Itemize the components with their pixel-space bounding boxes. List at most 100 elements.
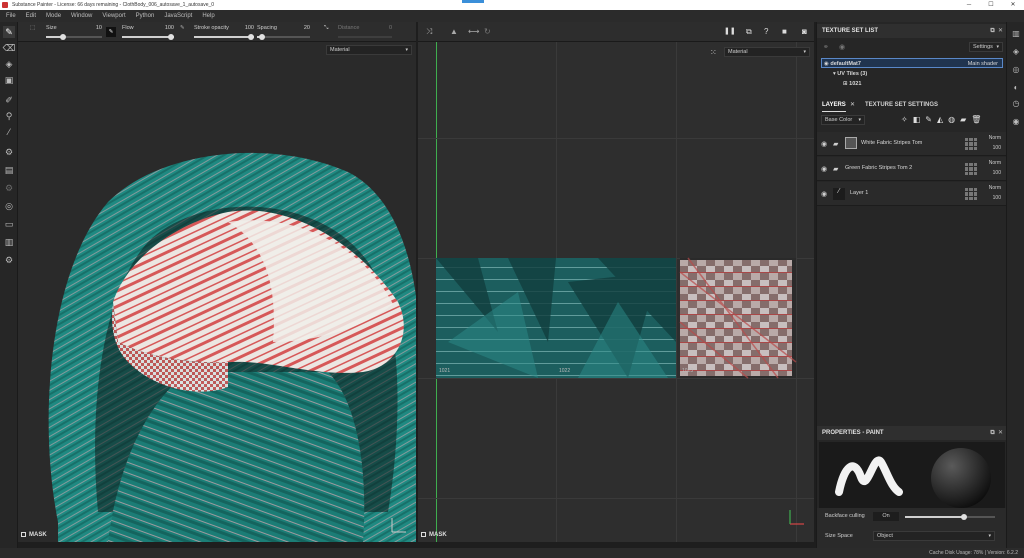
layers-stack-icon[interactable]: ◈ [1011,46,1021,56]
layer-opacity[interactable]: 100 [993,145,1001,151]
rotate-icon[interactable]: ↻ [484,27,491,36]
color-picker-icon[interactable]: ⁄ [3,126,15,138]
menu-viewport[interactable]: Viewport [102,13,125,19]
float-panel-icon[interactable]: ⧉ [990,430,994,436]
uv-tile-item[interactable]: ⊞ 1021 [821,79,1003,89]
close-window-icon[interactable]: ✕ [1002,0,1024,10]
blend-mode-select[interactable]: Norm [989,160,1001,166]
delete-layer-icon[interactable]: 🗑 [971,115,981,124]
blend-mode-select[interactable]: Norm [989,185,1001,191]
close-panel-icon[interactable]: ✕ [998,28,1003,34]
projection-icon[interactable]: ◈ [3,58,15,70]
size-slider-knob[interactable] [59,34,66,40]
tab-texture-set-settings[interactable]: TEXTURE SET SETTINGS [865,98,938,112]
export-icon[interactable]: ▥ [3,236,15,248]
texture-set-settings-button[interactable]: Settings ▾ [969,42,1003,52]
spacing-value[interactable]: 20 [296,25,310,31]
add-paint-layer-icon[interactable]: ✎ [925,115,932,124]
viewport-3d[interactable]: Material ▾ MASK [18,42,416,542]
flow-slider[interactable] [122,34,174,40]
tab-layers[interactable]: LAYERS [822,98,846,112]
shader-name[interactable]: Main shader [968,59,998,69]
float-panel-icon[interactable]: ⧉ [990,28,994,34]
close-panel-icon[interactable]: ✕ [998,430,1003,436]
menu-edit[interactable]: Edit [26,13,36,19]
transform-icon[interactable]: ⚙ [3,182,15,194]
minimize-icon[interactable]: ─ [958,0,980,10]
backface-culling-slider-knob[interactable] [960,514,967,520]
smudge-icon[interactable]: ✐ [3,94,15,106]
clone-stamp-icon[interactable]: ⚲ [3,110,15,122]
layer-row[interactable]: ◉ ▰ White Fabric Stripes Tom Norm 100 [817,132,1007,156]
flow-pressure-icon[interactable]: ✎ [180,25,185,31]
pressure-toggle-icon[interactable]: ✎ [106,27,116,37]
viewport-2d-mask-label[interactable]: MASK [421,532,447,538]
viewport-3d-mask-label[interactable]: MASK [21,532,47,538]
stroke-opacity-value[interactable]: 100 [238,25,254,31]
swap-views-icon[interactable]: ⤨ [426,27,432,37]
symmetry-icon[interactable]: ⟷ [468,27,479,36]
layer-opacity[interactable]: 100 [993,195,1001,201]
menu-python[interactable]: Python [136,13,155,19]
add-fill-layer-icon[interactable]: ◭ [937,115,943,124]
layer-opacity[interactable]: 100 [993,170,1001,176]
history-icon[interactable]: ◷ [1011,98,1021,108]
menu-javascript[interactable]: JavaScript [164,13,192,19]
layer-row[interactable]: ◉ ▰ Green Fabric Stripes Tom 2 Norm 100 [817,157,1007,181]
spacing-slider[interactable] [257,34,310,40]
add-smart-material-icon[interactable]: ◍ [948,115,955,124]
fill-icon[interactable]: ▤ [3,164,15,176]
log-icon[interactable]: ◉ [1011,116,1021,126]
eye-icon[interactable]: ◉ [821,140,827,148]
size-space-dropdown[interactable]: Object ▾ [873,531,995,541]
eye-icon[interactable]: ◉ [821,165,827,173]
bake-icon[interactable]: ⚙ [3,146,15,158]
blend-mode-select[interactable]: Norm [989,135,1001,141]
layer-row[interactable]: ◉ ⁄ Layer 1 Norm 100 [817,182,1007,206]
stroke-opacity-slider-knob[interactable] [248,34,254,40]
display-settings-icon[interactable]: ◐ [1011,82,1021,92]
stroke-opacity-slider[interactable] [194,34,254,40]
settings-gear-icon[interactable]: ⚙ [3,254,15,266]
material-picker-icon[interactable]: ◎ [3,200,15,212]
menu-mode[interactable]: Mode [46,13,61,19]
menu-help[interactable]: Help [202,13,214,19]
visibility-icon[interactable]: ◉ [839,43,845,51]
spacing-slider-knob[interactable] [259,34,266,40]
shelf-icon[interactable]: ▥ [1011,28,1021,38]
add-folder-icon[interactable]: ▰ [960,115,966,124]
add-effect-icon[interactable]: ✧ [901,115,908,124]
pause-render-icon[interactable]: ❚❚ [724,27,736,35]
help-icon[interactable]: ? [764,27,768,36]
size-value[interactable]: 10 [88,25,102,31]
display-mode-icon[interactable]: ⧉ [746,27,752,37]
properties-icon[interactable]: ◎ [1011,64,1021,74]
brush-preset-icon[interactable]: ⬚ [30,25,35,31]
eye-icon[interactable]: ◉ [821,190,827,198]
viewport-2d-uv[interactable]: ⁙ Material ▾ 1021 1022 1023 MASK [418,42,814,542]
camera-record-icon[interactable]: ■ [782,27,787,36]
distance-slider[interactable] [338,36,392,38]
paint-brush-icon[interactable]: ✎ [3,26,15,38]
menu-file[interactable]: File [6,13,16,19]
backface-culling-toggle[interactable]: On [873,512,899,521]
distance-value[interactable]: 0 [382,25,392,31]
photoshop-icon[interactable]: ▭ [3,218,15,230]
uv-tiles-group[interactable]: ▾ UV Tiles (3) [821,69,1003,79]
backface-culling-slider[interactable] [905,514,995,520]
add-mask-icon[interactable]: ◧ [913,115,921,124]
camera-front-icon[interactable]: ▲ [450,27,458,36]
screenshot-icon[interactable]: ◙ [802,27,807,36]
flow-slider-knob[interactable] [168,34,174,40]
channel-dropdown[interactable]: Base Color ▾ [821,115,865,125]
paint-layer-thumbnail[interactable]: ⁄ [833,188,845,200]
link-icon[interactable]: ⚭ [823,43,829,51]
menu-window[interactable]: Window [71,13,92,19]
mask-thumbnail[interactable] [845,137,857,149]
close-tab-icon[interactable]: ✕ [850,98,855,112]
geometry-mask-icon[interactable]: ▣ [3,74,15,86]
lazy-mouse-icon[interactable]: ⤡ [324,25,328,32]
eraser-icon[interactable]: ⌫ [3,42,16,54]
flow-value[interactable]: 100 [156,25,174,31]
maximize-icon[interactable]: ☐ [980,0,1002,10]
